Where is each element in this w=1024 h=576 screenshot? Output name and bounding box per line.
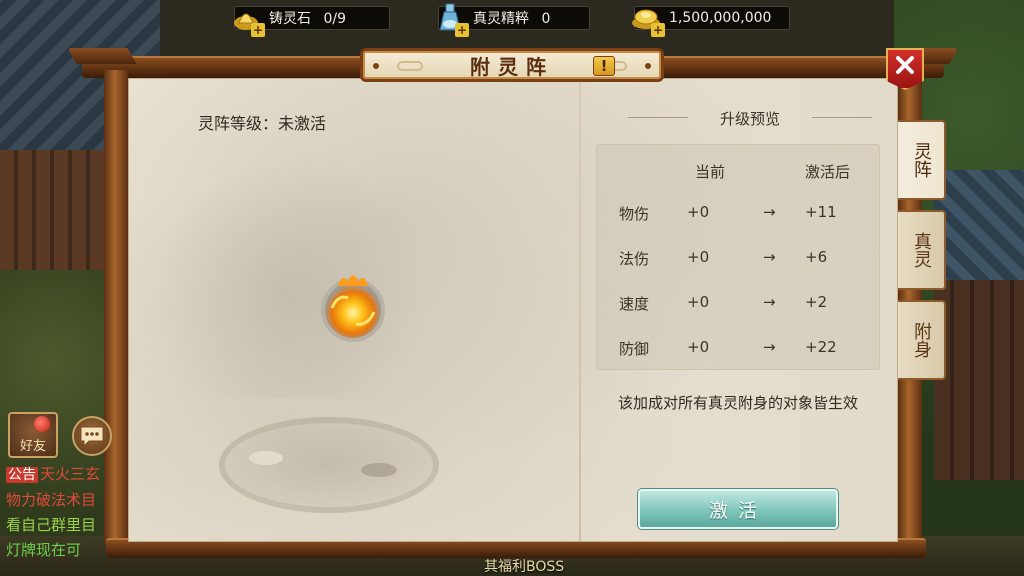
resource-label: 真灵精粹 [473,11,529,27]
stats-table: 当前 激活后 物伤 +0 → +11 法伤 +0 → +6 速度 +0 → +2… [596,144,880,370]
chat-line: 灯牌现在可 [6,541,82,559]
column-current: 当前 [695,163,726,181]
taiji-platform [219,417,439,513]
gold-ingots-icon[interactable]: + [629,1,665,37]
chat-text: 天火三玄 [40,465,101,483]
activate-button[interactable]: 激活 [638,489,838,529]
tab-possession[interactable]: 附身 [898,300,946,380]
stat-current: +0 [687,338,710,356]
upgrade-preview-title: 升级预览 [719,109,780,128]
chat-line: 公告 天火三玄 [6,462,124,488]
table-row: 速度 +0 → +2 [597,293,881,317]
tab-spirit-array[interactable]: 灵阵 [898,120,946,200]
stat-after: +11 [805,203,837,221]
stat-name: 法伤 [619,250,650,268]
bottom-hint-text: 其福利BOSS [484,559,565,575]
resource-spirit-essence: + 真灵精粹 0 [438,3,590,37]
right-wall [934,280,1024,480]
stat-after: +2 [805,293,828,311]
gold-ingot-icon[interactable]: + [229,1,265,37]
table-row: 法伤 +0 → +6 [597,248,881,272]
stat-current: +0 [687,248,710,266]
arrow-icon: → [763,338,776,356]
close-icon [896,56,914,74]
add-icon[interactable]: + [651,23,665,37]
resource-gold: + 1,500,000,000 [632,6,790,37]
chat-bubble-icon [80,426,104,448]
notice-tag: 公告 [6,467,38,483]
panel-divider [579,79,581,541]
column-after: 激活后 [805,163,851,181]
page-title: 附灵阵 [470,54,554,79]
stat-current: +0 [687,293,710,311]
ink-mountain [139,139,439,399]
add-icon[interactable]: + [251,23,265,37]
notification-dot-icon [34,416,50,432]
resource-value: 1,500,000,000 [669,10,772,26]
chat-line: 看自己群里目 [6,516,97,534]
arrow-icon: → [763,248,776,266]
right-roof [934,170,1024,280]
spirit-array-orb[interactable] [318,268,388,344]
resource-forge-stone: + 铸灵石 0/9 [234,6,390,37]
title-plaque: 附灵阵 ! [360,48,664,82]
resource-value: 0 [541,11,551,27]
array-level-label: 灵阵等级：未激活 [198,114,327,133]
upgrade-preview-header: 升级预览 [628,106,872,130]
stat-current: +0 [687,203,710,221]
stat-name: 速度 [619,295,650,313]
stat-name: 物伤 [619,205,650,223]
arrow-icon: → [763,203,776,221]
arrow-icon: → [763,293,776,311]
chat-log[interactable]: 公告 天火三玄 物力破法术目 看自己群里目 灯牌现在可 [6,462,126,563]
stat-after: +6 [805,248,828,266]
add-icon[interactable]: + [455,23,469,37]
tab-true-spirit[interactable]: 真灵 [898,210,946,290]
info-button[interactable]: ! [593,56,615,76]
table-row: 防御 +0 → +22 [597,338,881,362]
bonus-hint: 该加成对所有真灵附身的对象皆生效 [617,394,858,412]
chat-line: 物力破法术目 [6,491,97,509]
spirit-essence-bottle-icon[interactable]: + [433,1,469,37]
table-row: 物伤 +0 → +11 [597,203,881,227]
stat-name: 防御 [619,340,650,358]
chat-button[interactable] [72,416,112,456]
friends-label: 好友 [19,439,46,454]
resource-value: 0/9 [323,11,346,27]
friends-button[interactable]: 好友 [8,412,58,458]
resource-label: 铸灵石 [269,11,311,27]
stat-after: +22 [805,338,837,356]
